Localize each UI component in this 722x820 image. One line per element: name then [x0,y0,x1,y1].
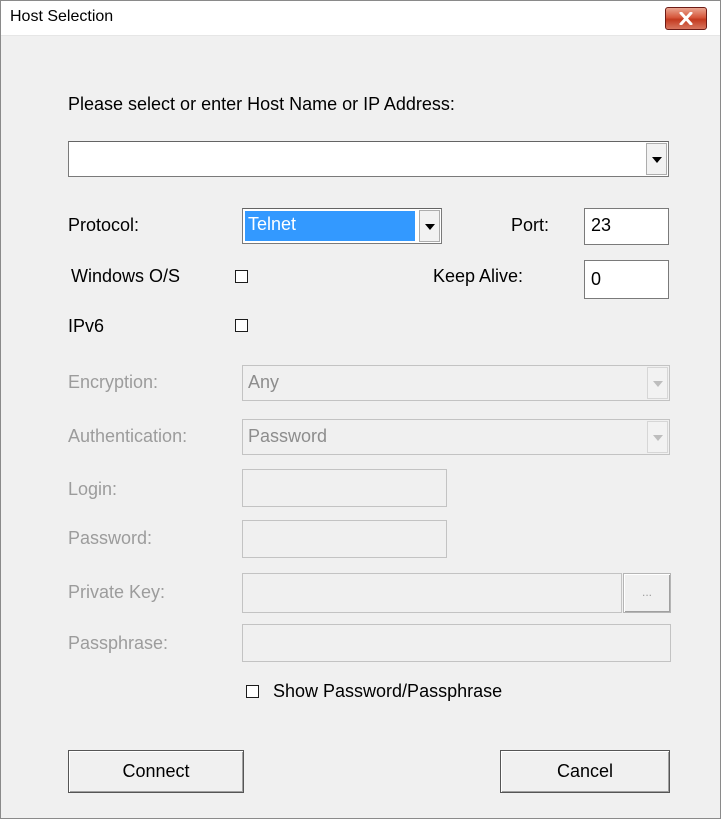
protocol-combo[interactable]: Telnet [242,208,442,244]
password-input[interactable] [242,520,447,558]
private-key-browse-button[interactable]: ... [623,573,671,613]
authentication-value: Password [248,426,328,446]
show-password-label[interactable]: Show Password/Passphrase [273,680,502,702]
protocol-label: Protocol: [68,215,140,235]
protocol-dropdown-button[interactable] [419,210,440,242]
authentication-label: Authentication: [68,426,188,446]
host-combo[interactable] [68,141,669,177]
passphrase-label: Passphrase: [68,633,169,653]
window-title: Host Selection [10,8,114,25]
private-key-label: Private Key: [68,582,166,602]
password-label: Password: [68,528,153,548]
host-combo-dropdown-button[interactable] [646,143,667,175]
keep-alive-value: 0 [591,269,602,289]
close-icon [679,12,693,25]
keep-alive-input[interactable]: 0 [584,260,669,299]
cancel-button[interactable]: Cancel [500,750,670,793]
close-button[interactable] [665,7,707,30]
show-password-checkbox[interactable] [246,685,259,698]
protocol-value: Telnet [248,214,297,234]
windows-os-label: Windows O/S [71,266,181,286]
keep-alive-label: Keep Alive: [433,266,524,286]
encryption-label: Encryption: [68,372,159,392]
host-selection-dialog: Host Selection Please select or enter Ho… [0,0,721,819]
port-input[interactable]: 23 [584,208,669,245]
private-key-input[interactable] [242,573,622,613]
windows-os-checkbox[interactable] [235,270,248,283]
port-value: 23 [591,215,612,235]
host-prompt-label: Please select or enter Host Name or IP A… [68,94,455,114]
encryption-value: Any [248,372,280,392]
encryption-dropdown-button[interactable] [647,367,668,399]
passphrase-input[interactable] [242,624,671,662]
connect-button[interactable]: Connect [68,750,244,793]
login-label: Login: [68,479,118,499]
login-input[interactable] [242,469,447,507]
authentication-combo[interactable]: Password [242,419,670,455]
protocol-selected: Telnet [245,211,415,241]
port-label: Port: [511,215,550,235]
ipv6-checkbox[interactable] [235,319,248,332]
encryption-combo[interactable]: Any [242,365,670,401]
authentication-dropdown-button[interactable] [647,421,668,453]
title-bar[interactable]: Host Selection [1,1,720,36]
ipv6-label: IPv6 [68,316,105,336]
